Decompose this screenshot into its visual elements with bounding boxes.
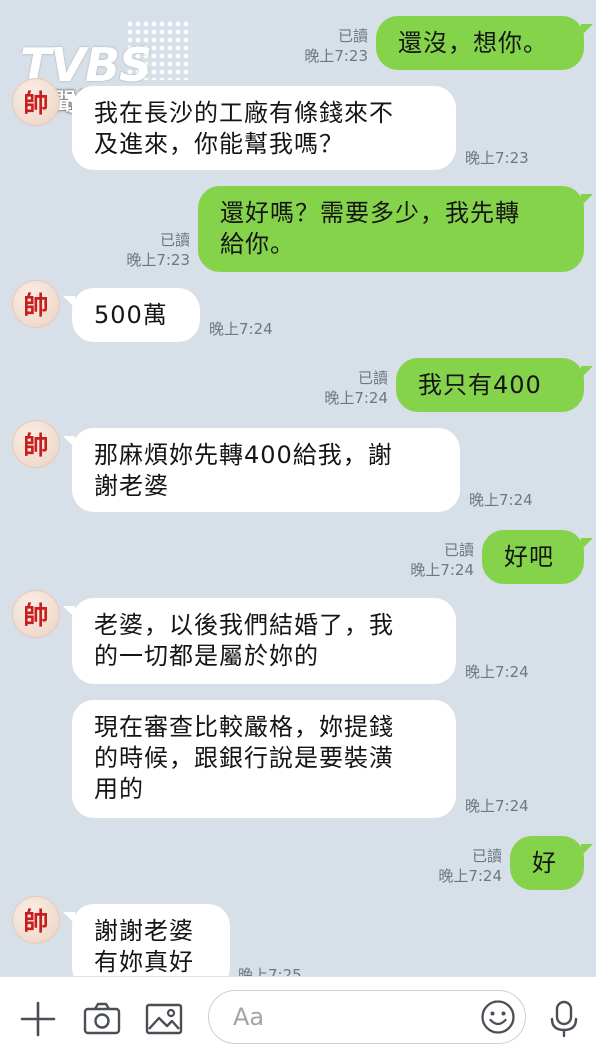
read-receipt: 已讀 晚上7:24 bbox=[324, 369, 388, 407]
contact-avatar[interactable]: 帥 bbox=[12, 78, 60, 126]
message-input[interactable]: Aa bbox=[208, 990, 526, 1044]
read-receipt: 已讀 晚上7:23 bbox=[304, 27, 368, 65]
message-text: 還沒，想你。 bbox=[398, 29, 548, 57]
message-time: 晚上7:24 bbox=[209, 320, 273, 338]
message-line: 用的 bbox=[94, 775, 144, 803]
outgoing-message-bubble[interactable]: 還沒，想你。 bbox=[376, 16, 593, 70]
incoming-message-bubble[interactable]: 老婆，以後我們結婚了，我 的一切都是屬於妳的 bbox=[63, 598, 456, 684]
message-line: 我在長沙的工廠有條錢來不 bbox=[94, 99, 394, 127]
message-line: 現在審查比較嚴格，妳提錢 bbox=[94, 713, 394, 741]
message-line: 那麻煩妳先轉400給我，謝 bbox=[94, 441, 393, 469]
incoming-message-bubble[interactable]: 現在審查比較嚴格，妳提錢 的時候，跟銀行說是要裝潢 用的 bbox=[72, 700, 456, 818]
chat-area: TVBS 新聞網 已讀 晚上7:23 還沒，想你。 帥 我在長沙的工廠有條錢來不… bbox=[0, 0, 596, 976]
message-line: 還好嗎？需要多少，我先轉 bbox=[220, 199, 520, 227]
input-placeholder: Aa bbox=[233, 1003, 265, 1031]
camera-icon[interactable] bbox=[80, 997, 124, 1041]
message-text: 好 bbox=[532, 849, 557, 877]
outgoing-message-bubble[interactable]: 我只有400 bbox=[396, 358, 593, 412]
emoji-icon[interactable] bbox=[479, 998, 517, 1036]
message-time: 晚上7:24 bbox=[465, 663, 529, 681]
message-line: 謝老婆 bbox=[94, 472, 169, 500]
message-line: 謝謝老婆 bbox=[94, 917, 194, 945]
contact-avatar[interactable]: 帥 bbox=[12, 590, 60, 638]
message-line: 及進來，你能幫我嗎？ bbox=[94, 130, 344, 158]
message-input-toolbar: Aa bbox=[0, 976, 596, 1061]
message-line: 的時候，跟銀行說是要裝潢 bbox=[94, 744, 394, 772]
message-text: 我只有400 bbox=[418, 371, 542, 399]
microphone-icon[interactable] bbox=[542, 997, 586, 1041]
message-time: 晚上7:24 bbox=[465, 797, 529, 815]
read-receipt: 已讀 晚上7:24 bbox=[410, 541, 474, 579]
read-receipt: 已讀 晚上7:23 bbox=[126, 231, 190, 269]
message-time: 晚上7:24 bbox=[469, 491, 533, 509]
contact-avatar[interactable]: 帥 bbox=[12, 896, 60, 944]
incoming-message-bubble[interactable]: 我在長沙的工廠有條錢來不 及進來，你能幫我嗎？ bbox=[63, 86, 456, 170]
message-line: 給你。 bbox=[220, 230, 295, 258]
image-icon[interactable] bbox=[142, 997, 186, 1041]
outgoing-message-bubble[interactable]: 好吧 bbox=[482, 530, 593, 584]
contact-avatar[interactable]: 帥 bbox=[12, 420, 60, 468]
read-receipt: 已讀 晚上7:24 bbox=[438, 847, 502, 885]
incoming-message-bubble[interactable]: 那麻煩妳先轉400給我，謝 謝老婆 bbox=[63, 428, 460, 512]
incoming-message-bubble[interactable]: 500萬 bbox=[63, 288, 200, 342]
message-time: 晚上7:25 bbox=[238, 966, 302, 976]
message-time: 晚上7:23 bbox=[465, 149, 529, 167]
outgoing-message-bubble[interactable]: 還好嗎？需要多少，我先轉 給你。 bbox=[198, 186, 593, 272]
message-line: 老婆，以後我們結婚了，我 bbox=[94, 611, 394, 639]
message-text: 500萬 bbox=[94, 301, 168, 329]
message-line: 的一切都是屬於妳的 bbox=[94, 642, 319, 670]
message-text: 好吧 bbox=[504, 543, 554, 571]
contact-avatar[interactable]: 帥 bbox=[12, 280, 60, 328]
plus-icon[interactable] bbox=[16, 997, 60, 1041]
message-line: 有妳真好 bbox=[94, 948, 194, 976]
outgoing-message-bubble[interactable]: 好 bbox=[510, 836, 593, 890]
incoming-message-bubble[interactable]: 謝謝老婆 有妳真好 bbox=[63, 904, 230, 976]
